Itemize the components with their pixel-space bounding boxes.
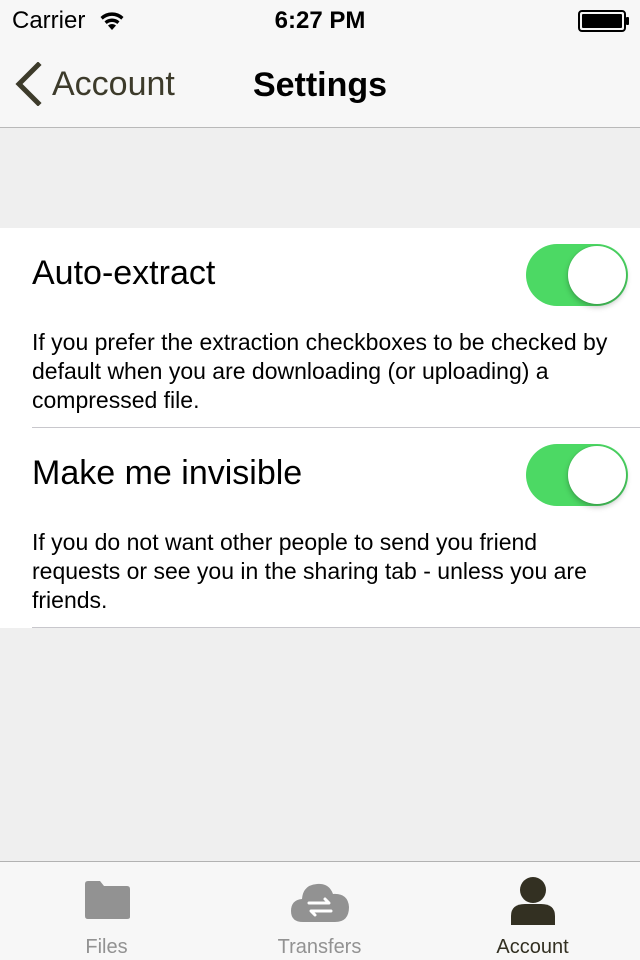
status-time: 6:27 PM xyxy=(274,7,366,34)
status-bar: Carrier 6:27 PM xyxy=(0,0,640,40)
folder-icon xyxy=(84,881,130,919)
tab-bar: Files Transfers Account xyxy=(0,861,640,960)
battery-icon xyxy=(578,10,629,32)
page-title: Settings xyxy=(252,66,388,104)
tab-label: Files xyxy=(85,936,128,958)
setting-description: If you do not want other people to send … xyxy=(32,529,587,613)
person-icon xyxy=(510,877,555,925)
make-invisible-toggle[interactable] xyxy=(526,444,628,506)
setting-title: Auto-extract xyxy=(32,254,216,292)
tab-transfers[interactable]: Transfers xyxy=(213,862,426,960)
tab-label: Account xyxy=(496,936,569,958)
settings-list: Auto-extract If you prefer the extractio… xyxy=(0,228,640,628)
divider xyxy=(32,627,640,628)
navigation-bar: Account Settings xyxy=(0,40,640,128)
setting-title: Make me invisible xyxy=(32,454,303,492)
setting-make-invisible: Make me invisible If you do not want oth… xyxy=(0,428,640,628)
tab-label: Transfers xyxy=(277,936,362,958)
tab-files[interactable]: Files xyxy=(0,862,213,960)
tab-account[interactable]: Account xyxy=(426,862,639,960)
auto-extract-toggle[interactable] xyxy=(526,244,628,306)
setting-auto-extract: Auto-extract If you prefer the extractio… xyxy=(0,228,640,428)
setting-description: If you prefer the extraction checkboxes … xyxy=(32,329,608,413)
toggle-knob xyxy=(568,446,626,504)
cloud-transfer-icon xyxy=(290,883,349,922)
toggle-knob xyxy=(568,246,626,304)
